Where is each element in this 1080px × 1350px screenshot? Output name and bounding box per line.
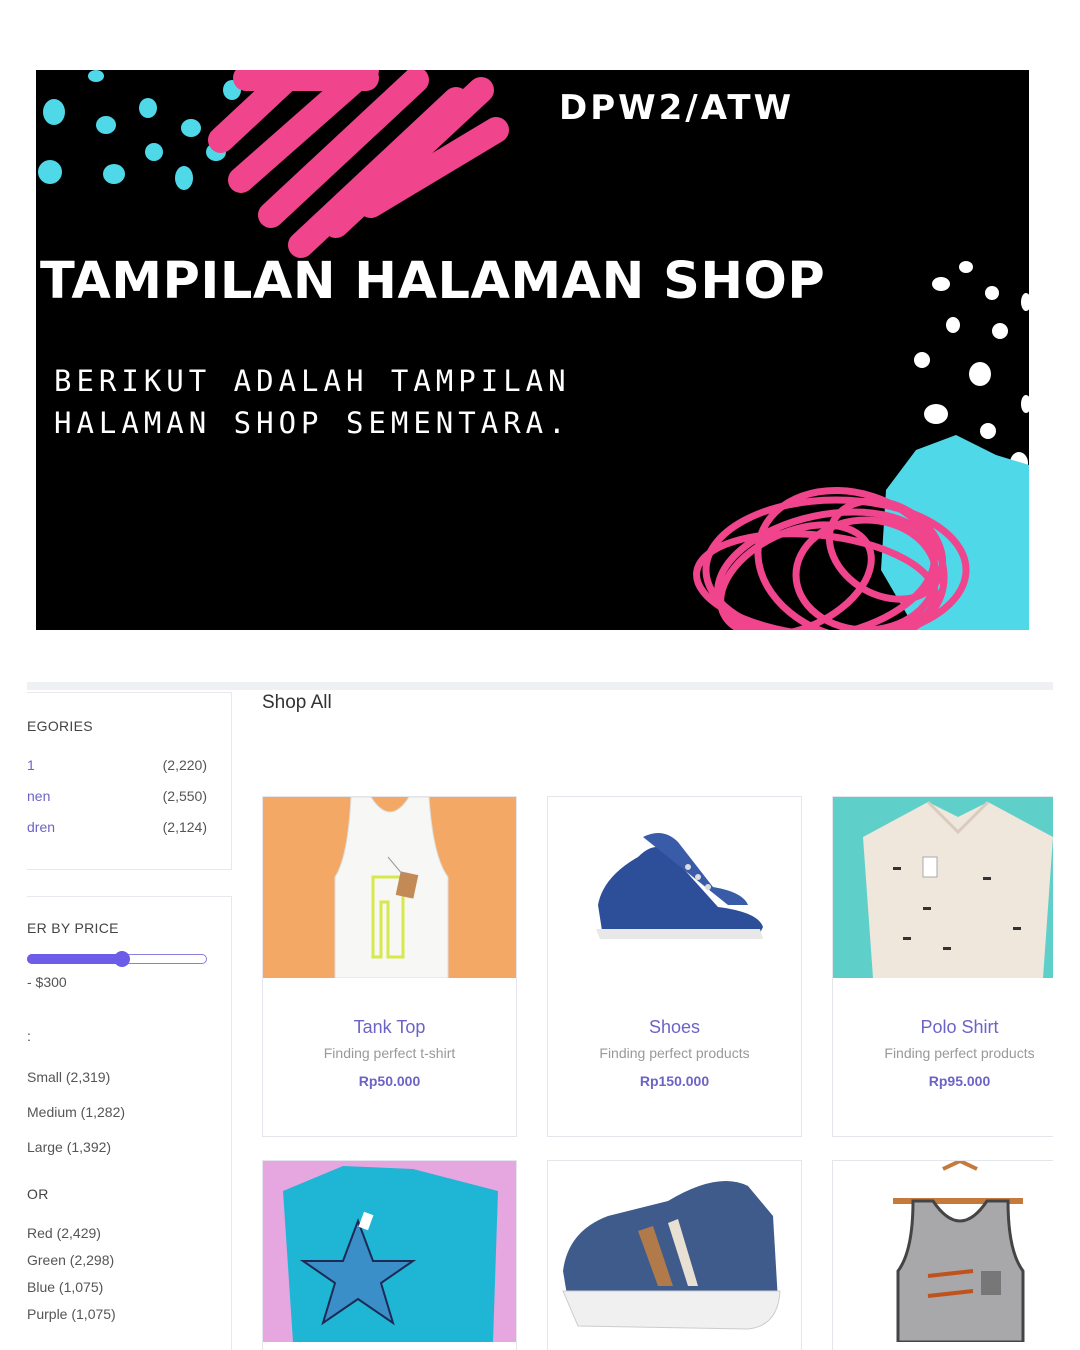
product-description: Finding perfect t-shirt	[323, 1045, 456, 1061]
banner: DPW2/ATW TAMPILAN HALAMAN SHOP BERIKUT A…	[36, 70, 1029, 630]
banner-subtitle-line2: HALAMAN SHOP SEMENTARA.	[54, 406, 571, 440]
category-item[interactable]: 1 (2,220)	[27, 757, 207, 773]
product-price: Rp150.000	[639, 1073, 710, 1089]
price-slider-fill	[27, 954, 123, 964]
top-divider	[27, 682, 1053, 690]
product-card[interactable]: Tank Top Finding perfect t-shirt Rp50.00…	[262, 796, 517, 1137]
size-option[interactable]: Small (2,319)	[27, 1069, 110, 1085]
banner-subtitle: BERIKUT ADALAH TAMPILAN HALAMAN SHOP SEM…	[54, 360, 571, 444]
category-name[interactable]: dren	[27, 819, 55, 835]
category-count: (2,220)	[162, 757, 207, 773]
category-name[interactable]: nen	[27, 788, 50, 804]
shoes-image[interactable]	[548, 797, 801, 978]
category-name[interactable]: 1	[27, 757, 35, 773]
product-card[interactable]: Shoes Finding perfect products Rp150.000	[547, 796, 802, 1137]
price-range-text: - $300	[27, 974, 67, 990]
cyan-dots	[38, 70, 241, 190]
sneaker-image[interactable]	[548, 1161, 801, 1342]
category-item[interactable]: dren (2,124)	[27, 819, 207, 835]
product-card[interactable]: Polo Shirt Finding perfect products Rp95…	[832, 796, 1053, 1137]
banner-decoration	[38, 70, 1029, 630]
pink-strokes	[208, 70, 509, 258]
size-heading: :	[27, 1028, 32, 1044]
category-count: (2,124)	[162, 819, 207, 835]
categories-heading: EGORIES	[27, 718, 93, 734]
tank-top-image[interactable]	[263, 797, 516, 978]
product-price: Rp95.000	[928, 1073, 991, 1089]
price-filter-heading: ER BY PRICE	[27, 920, 119, 936]
size-option[interactable]: Large (1,392)	[27, 1139, 111, 1155]
category-item[interactable]: nen (2,550)	[27, 788, 207, 804]
product-description: Finding perfect products	[884, 1045, 1035, 1061]
banner-title: TAMPILAN HALAMAN SHOP	[40, 252, 826, 311]
banner-subtitle-line1: BERIKUT ADALAH TAMPILAN	[54, 364, 571, 398]
product-card[interactable]	[832, 1160, 1053, 1350]
page-title: Shop All	[262, 692, 332, 713]
singlet-image[interactable]	[833, 1161, 1053, 1342]
product-card[interactable]	[262, 1160, 517, 1350]
product-description: Finding perfect products	[599, 1045, 750, 1061]
category-count: (2,550)	[162, 788, 207, 804]
banner-tag: DPW2/ATW	[559, 88, 795, 128]
color-option[interactable]: Blue (1,075)	[27, 1279, 103, 1295]
tshirt-image[interactable]	[263, 1161, 516, 1342]
product-name[interactable]: Tank Top	[263, 1017, 516, 1038]
product-card[interactable]	[547, 1160, 802, 1350]
polo-shirt-image[interactable]	[833, 797, 1053, 978]
color-option[interactable]: Red (2,429)	[27, 1225, 101, 1241]
shop-page: EGORIES 1 (2,220) nen (2,550) dren (2,12…	[27, 682, 1053, 1350]
product-name[interactable]: Shoes	[548, 1017, 801, 1038]
size-option[interactable]: Medium (1,282)	[27, 1104, 125, 1120]
product-name[interactable]: Polo Shirt	[833, 1017, 1053, 1038]
color-option[interactable]: Purple (1,075)	[27, 1306, 116, 1322]
color-heading: OR	[27, 1186, 49, 1202]
product-price: Rp50.000	[358, 1073, 421, 1089]
color-option[interactable]: Green (2,298)	[27, 1252, 114, 1268]
